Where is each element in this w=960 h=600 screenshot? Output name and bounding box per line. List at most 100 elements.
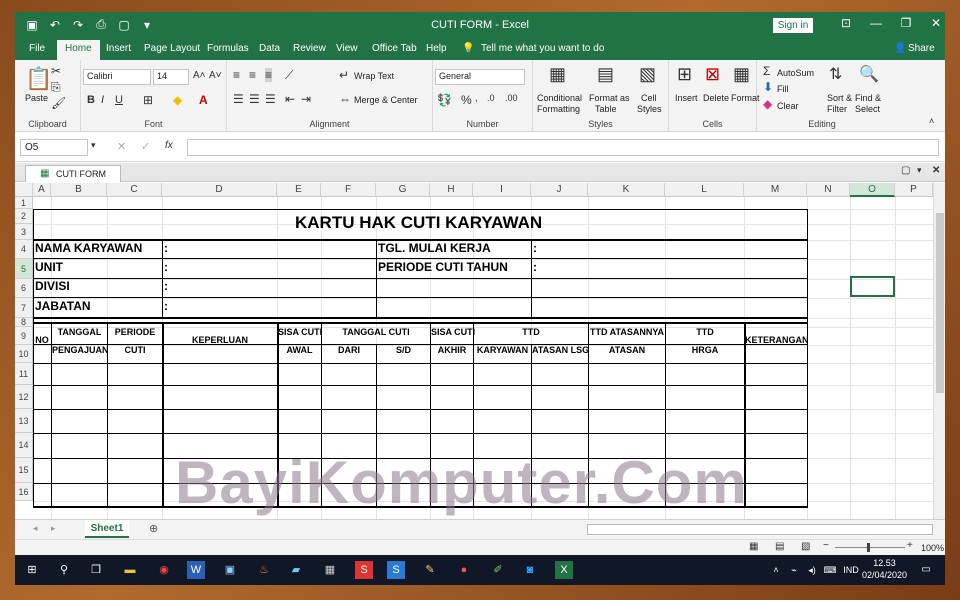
autosum-button[interactable]: AutoSum — [777, 68, 814, 78]
tab-help[interactable]: Help — [426, 43, 447, 54]
row-header-14[interactable]: 14 — [15, 433, 33, 458]
cell-styles-label-2[interactable]: Styles — [637, 104, 662, 114]
collapse-ribbon-icon[interactable]: ˄ — [929, 116, 934, 126]
align-right-icon[interactable]: ☰ — [265, 92, 276, 106]
column-header-h[interactable]: H — [430, 183, 473, 197]
page-layout-view-icon[interactable]: ▤ — [775, 541, 784, 552]
normal-view-icon[interactable]: ▦ — [749, 541, 758, 552]
font-size-combo[interactable]: 14 — [153, 69, 189, 85]
column-header-b[interactable]: B — [51, 183, 107, 197]
align-center-icon[interactable]: ☰ — [249, 92, 260, 106]
row-header-16[interactable]: 16 — [15, 483, 33, 501]
wps-spreadsheet-icon[interactable]: S — [387, 561, 405, 579]
name-box[interactable]: O5 — [20, 139, 88, 156]
row-header-13[interactable]: 13 — [15, 409, 33, 433]
orientation-icon[interactable]: ⟋ — [285, 68, 293, 83]
copy-icon[interactable]: ⎘ — [51, 80, 61, 95]
row-header-7[interactable]: 7 — [15, 298, 33, 318]
horizontal-scrollbar[interactable] — [587, 524, 933, 535]
column-header-i[interactable]: I — [473, 183, 531, 197]
taskbar-search-icon[interactable]: ⚲ — [55, 561, 73, 579]
clock[interactable]: 12.53 02/04/2020 — [862, 557, 907, 581]
share-button[interactable]: Share — [908, 43, 935, 54]
column-header-j[interactable]: J — [531, 183, 588, 197]
row-header-8[interactable]: 8 — [15, 318, 33, 327]
tab-file[interactable]: File — [29, 43, 45, 54]
fill-icon[interactable]: ⬇ — [763, 80, 773, 94]
row-header-11[interactable]: 11 — [15, 363, 33, 385]
tab-office-tab[interactable]: Office Tab — [372, 43, 417, 54]
tab-formulas[interactable]: Formulas — [207, 43, 249, 54]
column-header-l[interactable]: L — [665, 183, 744, 197]
add-sheet-icon[interactable]: ⊕ — [149, 522, 158, 535]
delete-button[interactable]: Delete — [703, 93, 729, 103]
sort-filter-label-1[interactable]: Sort & — [827, 93, 852, 103]
file-explorer-icon[interactable]: ▬ — [121, 561, 139, 579]
network-icon[interactable]: ⌁ — [785, 561, 803, 579]
align-middle-icon[interactable]: ≡ — [249, 68, 256, 82]
merge-center-button[interactable]: Merge & Center — [354, 95, 418, 105]
cell-styles-label-1[interactable]: Cell — [641, 93, 657, 103]
underline-icon[interactable]: U — [115, 94, 123, 106]
word-icon[interactable]: W — [187, 561, 205, 579]
tab-home[interactable]: Home — [57, 40, 100, 60]
ribbon-display-icon[interactable]: ⊡ — [837, 16, 855, 30]
formula-input[interactable] — [187, 139, 939, 156]
wps-writer-icon[interactable]: S — [355, 561, 373, 579]
chrome-icon[interactable]: ◉ — [155, 561, 173, 579]
vertical-scroll-thumb[interactable] — [936, 213, 944, 393]
paste-icon[interactable]: 📋 — [25, 66, 52, 92]
zoom-app-icon[interactable]: ◙ — [521, 561, 539, 579]
conditional-formatting-label-1[interactable]: Conditional — [537, 93, 582, 103]
column-header-a[interactable]: A — [33, 183, 51, 197]
tray-chevron-icon[interactable]: ˄ — [767, 561, 785, 579]
zoom-level[interactable]: 100% — [921, 543, 944, 553]
tab-review[interactable]: Review — [293, 43, 326, 54]
conditional-formatting-label-2[interactable]: Formatting — [537, 104, 580, 114]
fill-button[interactable]: Fill — [777, 84, 789, 94]
column-header-e[interactable]: E — [277, 183, 321, 197]
column-header-o[interactable]: O — [850, 183, 895, 197]
clear-button[interactable]: Clear — [777, 101, 799, 111]
column-header-c[interactable]: C — [107, 183, 162, 197]
insert-function-icon[interactable]: fx — [165, 140, 173, 151]
row-header-1[interactable]: 1 — [15, 197, 33, 209]
excel-icon[interactable]: X — [555, 561, 573, 579]
delete-cells-icon[interactable]: ⊠ — [705, 64, 720, 85]
wrap-text-button[interactable]: Wrap Text — [354, 71, 394, 81]
row-header-15[interactable]: 15 — [15, 458, 33, 483]
percent-icon[interactable]: % — [461, 93, 472, 107]
next-sheet-icon[interactable]: ▸ — [51, 523, 56, 534]
select-all-corner[interactable] — [15, 183, 33, 197]
tab-page-layout[interactable]: Page Layout — [144, 43, 200, 54]
share-icon[interactable]: 👤 — [894, 43, 906, 54]
cut-icon[interactable]: ✂ — [51, 64, 61, 78]
zoom-in-icon[interactable]: + — [907, 540, 913, 551]
format-painter-icon[interactable]: 🖌 — [51, 96, 66, 110]
format-cells-icon[interactable]: ▦ — [733, 64, 750, 85]
column-header-g[interactable]: G — [376, 183, 430, 197]
close-icon[interactable]: ✕ — [927, 16, 945, 30]
column-header-f[interactable]: F — [321, 183, 376, 197]
insert-button[interactable]: Insert — [675, 93, 698, 103]
row-header-4[interactable]: 4 — [15, 240, 33, 259]
network-app-icon[interactable]: ▣ — [221, 561, 239, 579]
find-select-label-2[interactable]: Select — [855, 104, 880, 114]
tab-view[interactable]: View — [336, 43, 358, 54]
keyboard-icon[interactable]: ⌨ — [821, 561, 839, 579]
find-select-icon[interactable]: 🔍 — [859, 64, 879, 84]
align-bottom-icon[interactable]: ≡ — [265, 68, 273, 82]
calculator-icon[interactable]: ▦ — [321, 561, 339, 579]
grow-font-icon[interactable]: A˄ — [193, 70, 206, 81]
sort-filter-label-2[interactable]: Filter — [827, 104, 847, 114]
volume-icon[interactable]: ◂) — [803, 561, 821, 579]
column-header-k[interactable]: K — [588, 183, 665, 197]
powerpoint-icon[interactable]: ● — [455, 561, 473, 579]
row-header-6[interactable]: 6 — [15, 279, 33, 298]
column-header-n[interactable]: N — [807, 183, 850, 197]
wrap-text-icon[interactable]: ↵ — [339, 68, 349, 82]
shrink-font-icon[interactable]: A˅ — [209, 70, 222, 81]
image-app-icon[interactable]: ✐ — [489, 561, 507, 579]
sign-in-button[interactable]: Sign in — [773, 18, 813, 33]
find-select-label-1[interactable]: Find & — [855, 93, 881, 103]
